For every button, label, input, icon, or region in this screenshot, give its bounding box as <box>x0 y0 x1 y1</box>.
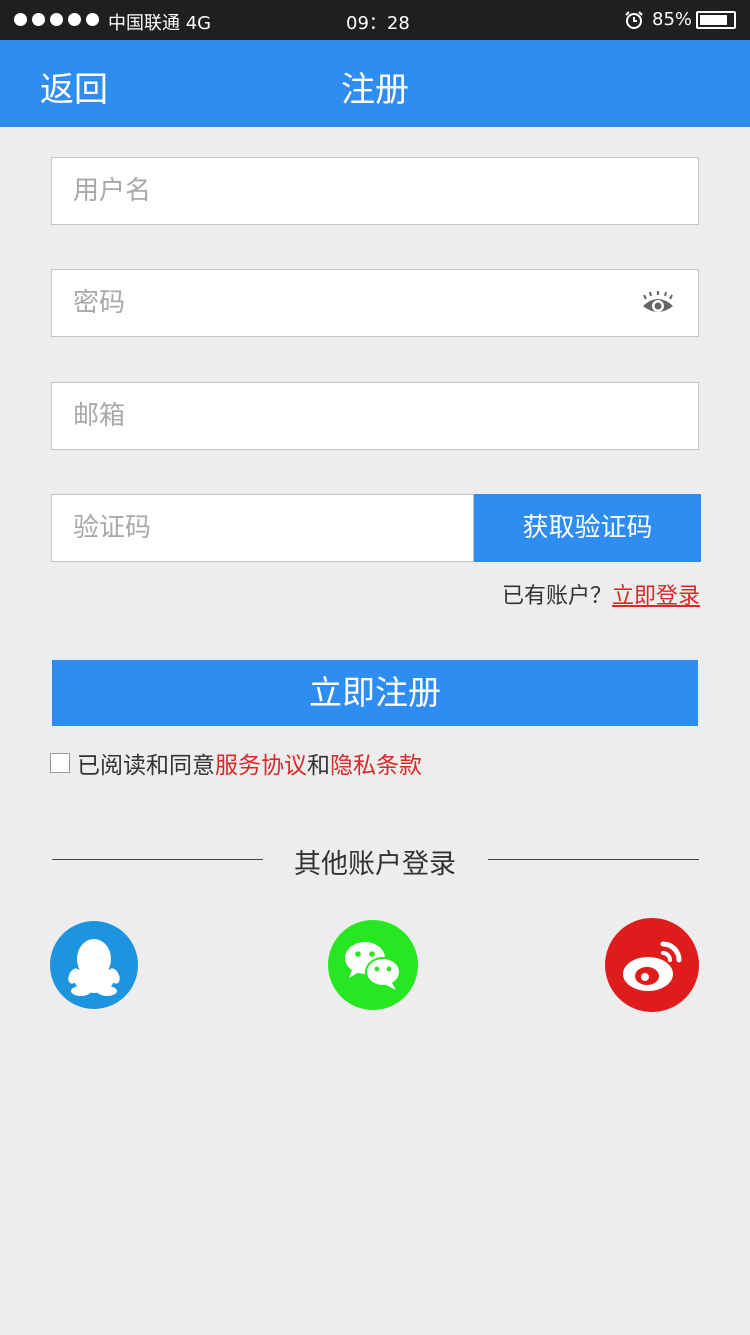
wechat-icon <box>345 942 401 990</box>
show-password-eye-icon[interactable] <box>641 290 675 318</box>
agreement-row: 已阅读和同意 服务协议和隐私条款 <box>50 746 422 780</box>
login-prompt-text: 已有账户？ <box>501 584 612 609</box>
password-input[interactable] <box>52 270 698 336</box>
battery-percentage: 85% <box>652 9 693 30</box>
qq-icon <box>68 939 120 996</box>
username-field-container <box>51 157 699 225</box>
battery-icon <box>696 11 736 29</box>
page-title: 注册 <box>341 70 409 110</box>
login-link[interactable]: 立即登录 <box>612 584 700 609</box>
wechat-login-button[interactable] <box>328 920 418 1010</box>
carrier-label: 中国联通 4G <box>108 13 212 34</box>
agreement-and: 和 <box>307 753 330 779</box>
username-input[interactable] <box>52 158 698 224</box>
status-time: 09：28 <box>346 13 410 34</box>
register-button[interactable]: 立即注册 <box>52 660 698 726</box>
agreement-checkbox[interactable] <box>50 753 70 773</box>
privacy-terms-link[interactable]: 隐私条款 <box>330 746 422 780</box>
divider-right <box>488 859 699 860</box>
agreement-prefix: 已阅读和同意 <box>77 753 215 779</box>
verification-code-input[interactable] <box>52 495 473 561</box>
alarm-icon <box>625 11 643 29</box>
nav-bar: 返回 注册 <box>0 40 750 127</box>
code-field-container <box>51 494 474 562</box>
status-bar: 中国联通 4G 09：28 85% <box>0 0 750 40</box>
password-field-container <box>51 269 699 337</box>
email-input[interactable] <box>52 383 698 449</box>
get-code-button[interactable]: 获取验证码 <box>474 494 701 562</box>
login-prompt: 已有账户？立即登录 <box>502 578 700 610</box>
service-agreement-link[interactable]: 服务协议 <box>215 746 307 780</box>
battery-level-fill <box>700 15 727 25</box>
other-login-title: 其他账户登录 <box>294 849 456 880</box>
qq-login-button[interactable] <box>50 921 138 1009</box>
signal-strength-icon <box>14 13 99 26</box>
email-field-container <box>51 382 699 450</box>
weibo-login-button[interactable] <box>605 918 699 1012</box>
weibo-icon <box>623 941 682 991</box>
